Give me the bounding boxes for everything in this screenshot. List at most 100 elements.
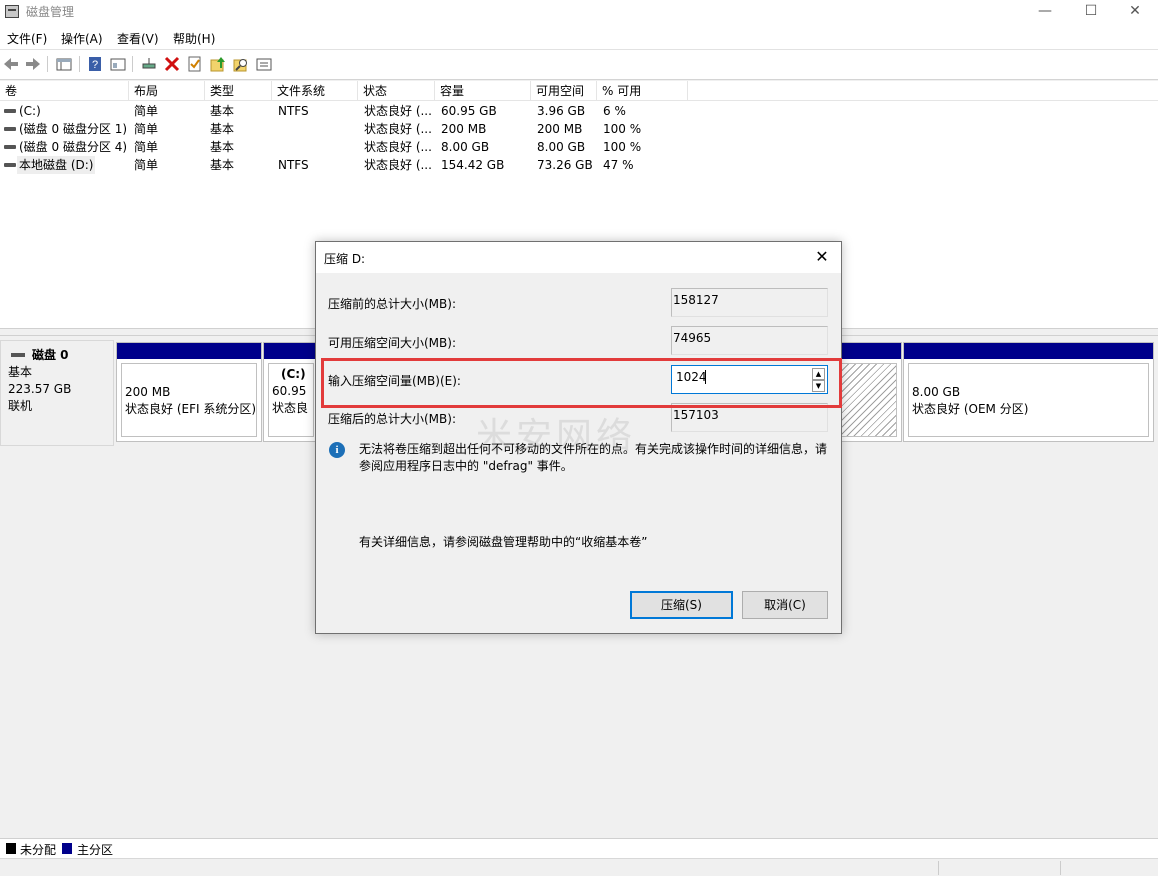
console-icon[interactable] xyxy=(109,55,127,73)
partition-d-selected[interactable] xyxy=(838,342,902,442)
partition-info: (C:) 60.95 状态良 xyxy=(268,363,314,437)
volume-percent-free: 100 % xyxy=(603,122,642,136)
partition-c[interactable]: (C:) 60.95 状态良 xyxy=(263,342,319,442)
legend-swatch-unallocated xyxy=(6,843,16,854)
disk-name-row: 磁盘 0 xyxy=(8,347,113,364)
volume-capacity: 200 MB xyxy=(441,122,487,136)
volume-type: 基本 xyxy=(210,122,235,136)
column-header-volume[interactable]: 卷 xyxy=(0,81,129,101)
maximize-button[interactable]: ☐ xyxy=(1068,0,1114,24)
volume-status: 状态良好 (... xyxy=(364,140,432,154)
drive-icon xyxy=(11,353,25,357)
volume-type: 基本 xyxy=(210,104,235,118)
dialog-close-button[interactable]: ✕ xyxy=(811,246,833,268)
partition-size: 200 MB xyxy=(125,385,171,399)
shrink-amount-value: 1024 xyxy=(676,370,707,384)
partition-status: 状态良好 (EFI 系统分区) xyxy=(125,402,257,416)
toolbar-separator xyxy=(132,56,133,72)
shrink-dialog: 压缩 D: ✕ 压缩前的总计大小(MB): 158127 可用压缩空间大小(MB… xyxy=(315,241,842,634)
drive-icon xyxy=(4,145,16,149)
menu-bar: 文件(F) 操作(A) 查看(V) 帮助(H) xyxy=(0,24,1158,50)
window-title: 磁盘管理 xyxy=(26,5,75,19)
search-icon[interactable] xyxy=(232,55,250,73)
partition-status: 状态良 xyxy=(272,401,309,415)
menu-action[interactable]: 操作(A) xyxy=(61,30,103,47)
column-header-type[interactable]: 类型 xyxy=(205,81,272,101)
minimize-button[interactable]: — xyxy=(1022,0,1068,24)
volume-filesystem: NTFS xyxy=(278,104,309,118)
title-bar: 磁盘管理 — ☐ ✕ xyxy=(0,0,1158,24)
volume-name: (磁盘 0 磁盘分区 1) xyxy=(19,122,128,136)
up-icon[interactable] xyxy=(209,55,227,73)
available-space-label: 可用压缩空间大小(MB): xyxy=(328,336,456,350)
partition-size: 8.00 GB xyxy=(912,385,961,399)
back-icon[interactable] xyxy=(2,55,20,73)
spin-up-button[interactable]: ▲ xyxy=(812,368,825,380)
primary-partition-bar xyxy=(839,343,901,359)
shrink-button[interactable]: 压缩(S) xyxy=(630,591,733,619)
table-row[interactable]: (磁盘 0 磁盘分区 1) 简单 基本 状态良好 (... 200 MB 200… xyxy=(0,120,700,138)
partition-oem[interactable]: 8.00 GB 状态良好 (OEM 分区) xyxy=(903,342,1154,442)
forward-icon[interactable] xyxy=(24,55,42,73)
volume-layout: 简单 xyxy=(134,158,159,172)
table-row[interactable]: (C:) 简单 基本 NTFS 状态良好 (... 60.95 GB 3.96 … xyxy=(0,102,700,120)
watermark: 米安网络 xyxy=(476,416,637,457)
table-row[interactable]: 本地磁盘 (D:) 简单 基本 NTFS 状态良好 (... 154.42 GB… xyxy=(0,156,700,174)
disk-name: 磁盘 0 xyxy=(32,348,69,362)
disk-management-icon xyxy=(5,5,19,18)
delete-icon[interactable] xyxy=(163,55,181,73)
column-header-free-space[interactable]: 可用空间 xyxy=(531,81,597,101)
close-button[interactable]: ✕ xyxy=(1112,0,1158,24)
partition-status: 状态良好 (OEM 分区) xyxy=(912,402,1029,416)
status-bar xyxy=(0,858,1158,876)
toolbar: ? xyxy=(0,50,1158,80)
menu-file[interactable]: 文件(F) xyxy=(7,30,47,47)
volume-layout: 简单 xyxy=(134,104,159,118)
volume-capacity: 60.95 GB xyxy=(441,104,497,118)
check-icon[interactable] xyxy=(186,55,204,73)
primary-partition-bar xyxy=(117,343,261,359)
status-separator xyxy=(938,861,939,875)
volume-list-header: 卷 布局 类型 文件系统 状态 容量 可用空间 % 可用 xyxy=(0,81,1158,101)
cancel-button[interactable]: 取消(C) xyxy=(742,591,828,619)
legend-swatch-primary xyxy=(62,843,72,854)
legend-unallocated: 未分配 xyxy=(20,843,57,857)
volume-status: 状态良好 (... xyxy=(364,122,432,136)
menu-help[interactable]: 帮助(H) xyxy=(173,30,215,47)
drive-icon xyxy=(4,127,16,131)
column-header-percent-free[interactable]: % 可用 xyxy=(597,81,688,101)
volume-name: 本地磁盘 (D:) xyxy=(17,156,95,174)
volume-capacity: 154.42 GB xyxy=(441,158,505,172)
disk-state: 联机 xyxy=(8,399,33,413)
partition-info: 8.00 GB 状态良好 (OEM 分区) xyxy=(908,363,1149,437)
disk-type: 基本 xyxy=(8,365,33,379)
help-message: 有关详细信息，请参阅磁盘管理帮助中的“收缩基本卷” xyxy=(359,535,648,549)
volume-capacity: 8.00 GB xyxy=(441,140,490,154)
menu-view[interactable]: 查看(V) xyxy=(117,30,159,47)
spin-down-button[interactable]: ▼ xyxy=(812,380,825,392)
volume-percent-free: 100 % xyxy=(603,140,642,154)
info-icon: i xyxy=(329,442,345,458)
volume-status: 状态良好 (... xyxy=(364,104,432,118)
column-header-capacity[interactable]: 容量 xyxy=(435,81,531,101)
toolbar-separator xyxy=(47,56,48,72)
status-separator xyxy=(1060,861,1061,875)
table-row[interactable]: (磁盘 0 磁盘分区 4) 简单 基本 状态良好 (... 8.00 GB 8.… xyxy=(0,138,700,156)
column-header-layout[interactable]: 布局 xyxy=(129,81,205,101)
properties-icon[interactable] xyxy=(55,55,73,73)
partition-selection-hatch xyxy=(841,363,897,437)
details-icon[interactable] xyxy=(255,55,273,73)
volume-status: 状态良好 (... xyxy=(364,158,432,172)
shrink-amount-input[interactable]: 1024 ▲ ▼ xyxy=(671,365,828,394)
connect-icon[interactable] xyxy=(140,55,158,73)
partition-efi[interactable]: 200 MB 状态良好 (EFI 系统分区) xyxy=(116,342,262,442)
volume-type: 基本 xyxy=(210,140,235,154)
primary-partition-bar xyxy=(904,343,1153,359)
volume-percent-free: 6 % xyxy=(603,104,626,118)
help-icon[interactable]: ? xyxy=(86,55,104,73)
partition-info: 200 MB 状态良好 (EFI 系统分区) xyxy=(121,363,257,437)
column-header-filesystem[interactable]: 文件系统 xyxy=(272,81,358,101)
column-header-status[interactable]: 状态 xyxy=(358,81,435,101)
volume-free-space: 3.96 GB xyxy=(537,104,586,118)
disk-0-label[interactable]: 磁盘 0 基本 223.57 GB 联机 xyxy=(0,340,114,446)
